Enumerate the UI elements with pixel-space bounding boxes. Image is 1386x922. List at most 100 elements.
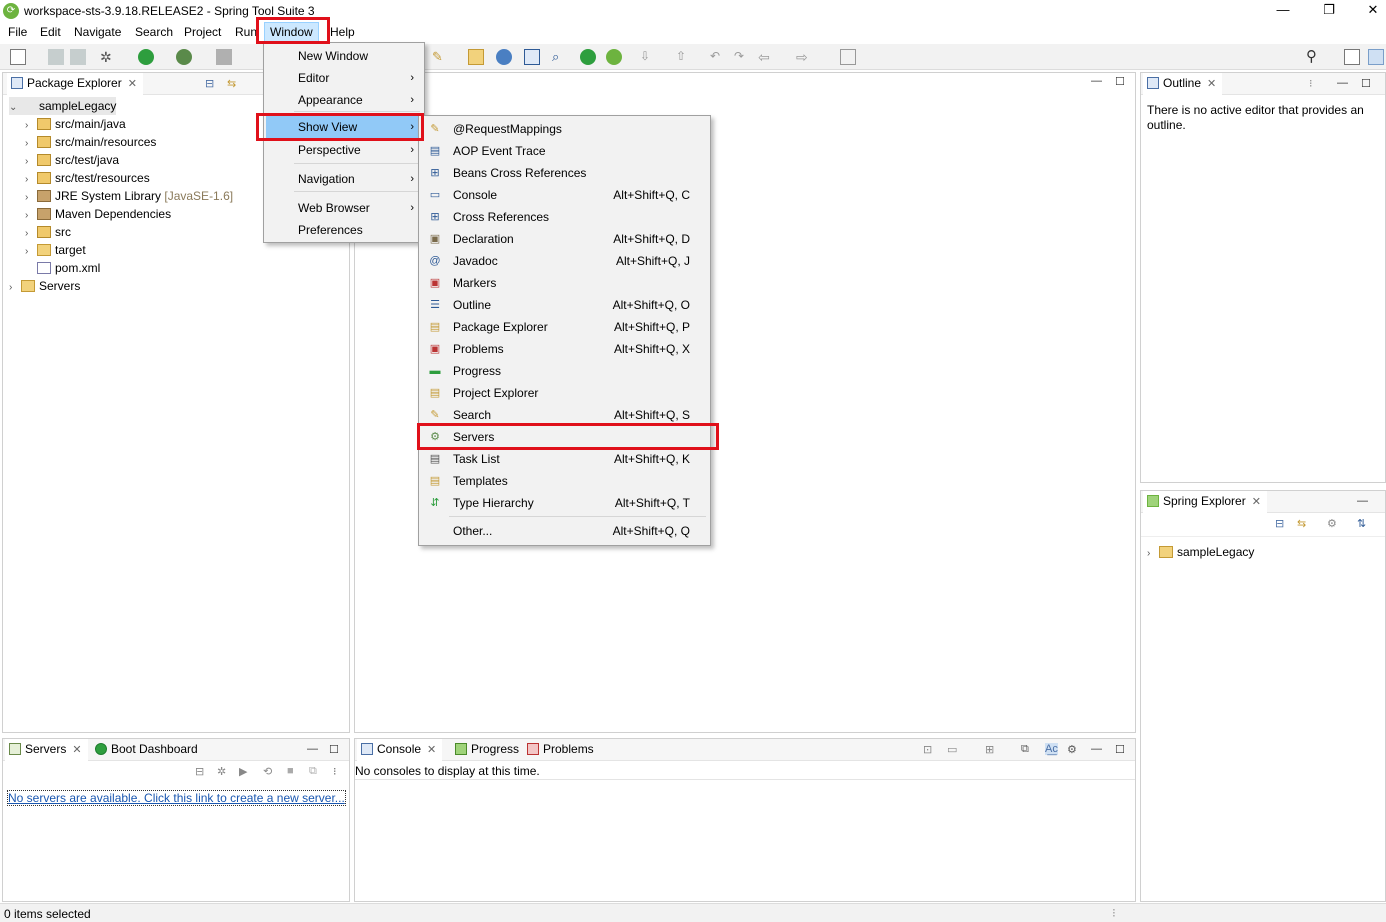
sort-icon[interactable]: ⇅: [1357, 517, 1366, 530]
show-view-item-markers[interactable]: ▣ Markers: [421, 272, 708, 294]
menu-item-perspective[interactable]: Perspective ›: [266, 139, 422, 161]
tree-item[interactable]: › src: [25, 223, 71, 241]
display-console-icon[interactable]: ▭: [947, 743, 957, 756]
globe-icon[interactable]: [496, 49, 512, 65]
maximize-icon[interactable]: ☐: [1115, 743, 1125, 756]
close-button[interactable]: ✕: [1350, 0, 1386, 22]
menu-item-preferences[interactable]: Preferences: [266, 219, 422, 241]
chevron-right-icon[interactable]: ›: [9, 279, 21, 297]
next-annotation-icon[interactable]: ⇩: [640, 49, 656, 65]
menu-navigate[interactable]: Navigate: [74, 25, 121, 39]
tab-boot-dashboard[interactable]: Boot Dashboard: [91, 739, 204, 761]
maximize-icon[interactable]: ☐: [1115, 75, 1125, 88]
close-icon[interactable]: ✕: [128, 78, 137, 90]
filter-icon[interactable]: ⚙: [1327, 517, 1337, 530]
menu-item-navigation[interactable]: Navigation ›: [266, 168, 422, 190]
close-icon[interactable]: ✕: [427, 744, 436, 756]
menu-window[interactable]: Window: [264, 22, 319, 42]
show-view-item-javadoc[interactable]: @ Javadoc Alt+Shift+Q, J: [421, 250, 708, 272]
tab-progress[interactable]: Progress: [451, 739, 525, 761]
copy-icon[interactable]: ⧉: [1021, 743, 1029, 756]
tree-item[interactable]: › Maven Dependencies: [25, 205, 171, 223]
menu-run[interactable]: Run: [235, 25, 257, 39]
menu-help[interactable]: Help: [330, 25, 355, 39]
menu-item-appearance[interactable]: Appearance ›: [266, 89, 422, 111]
profile-server-icon[interactable]: ⟲: [263, 765, 272, 778]
debug-icon[interactable]: ✲: [100, 49, 116, 65]
show-view-item-task-list[interactable]: ▤ Task List Alt+Shift+Q, K: [421, 448, 708, 470]
last-edit-icon[interactable]: ↶: [710, 49, 726, 65]
quick-access-search-icon[interactable]: ⚲: [1306, 49, 1322, 65]
show-view-item-type-hierarchy[interactable]: ⇵ Type Hierarchy Alt+Shift+Q, T: [421, 492, 708, 514]
menu-file[interactable]: File: [8, 25, 27, 39]
menu-edit[interactable]: Edit: [40, 25, 61, 39]
chevron-right-icon[interactable]: ›: [1147, 545, 1159, 563]
tree-item[interactable]: › src/main/resources: [25, 133, 156, 151]
show-view-item-requestmappings[interactable]: ✎ @RequestMappings: [421, 118, 708, 140]
tree-item[interactable]: › src/test/java: [25, 151, 119, 169]
settings-gear-icon[interactable]: ⚙: [1067, 743, 1077, 756]
minimize-icon[interactable]: —: [1337, 77, 1348, 89]
minimize-icon[interactable]: —: [1357, 495, 1368, 507]
create-server-link[interactable]: No servers are available. Click this lin…: [7, 790, 346, 806]
back-icon[interactable]: ⇦: [758, 49, 774, 65]
tree-item[interactable]: › Servers: [9, 277, 80, 295]
tree-item[interactable]: › sampleLegacy: [1147, 543, 1254, 561]
maximize-icon[interactable]: ☐: [329, 743, 339, 756]
show-view-item-progress[interactable]: ▬ Progress: [421, 360, 708, 382]
view-menu-icon[interactable]: ⁝: [333, 765, 337, 778]
show-view-item-aop-event-trace[interactable]: ▤ AOP Event Trace: [421, 140, 708, 162]
perspective-spring-icon[interactable]: [1368, 49, 1384, 65]
menu-item-show-view[interactable]: Show View ›: [266, 116, 422, 138]
search-toolbar-icon[interactable]: ⌕: [552, 49, 568, 65]
boot-start-icon[interactable]: [580, 49, 596, 65]
show-view-item-problems[interactable]: ▣ Problems Alt+Shift+Q, X: [421, 338, 708, 360]
open-type-icon[interactable]: ✎: [432, 49, 448, 65]
menu-item-editor[interactable]: Editor ›: [266, 67, 422, 89]
start-server-icon[interactable]: ▶: [239, 765, 247, 778]
pin-console-icon[interactable]: ⊡: [923, 743, 932, 756]
show-view-item-project-explorer[interactable]: ▤ Project Explorer: [421, 382, 708, 404]
close-icon[interactable]: ✕: [1252, 496, 1261, 508]
collapse-icon[interactable]: ⊟: [195, 765, 204, 778]
tab-servers[interactable]: Servers ✕: [5, 739, 88, 761]
open-perspective-icon[interactable]: [1344, 49, 1360, 65]
forward-edit-icon[interactable]: ↷: [734, 49, 750, 65]
minimize-icon[interactable]: —: [1091, 743, 1102, 755]
save-icon[interactable]: [48, 49, 64, 65]
stop-icon[interactable]: [216, 49, 232, 65]
debug-server-icon[interactable]: ✲: [217, 765, 226, 778]
menu-search[interactable]: Search: [135, 25, 173, 39]
tab-outline[interactable]: Outline ✕: [1143, 73, 1223, 95]
show-view-item-search[interactable]: ✎ Search Alt+Shift+Q, S: [421, 404, 708, 426]
tree-item[interactable]: pom.xml: [25, 259, 100, 277]
menu-project[interactable]: Project: [184, 25, 221, 39]
close-icon[interactable]: ✕: [72, 744, 81, 756]
tree-item[interactable]: › target: [25, 241, 86, 259]
tab-package-explorer[interactable]: Package Explorer ✕: [7, 73, 143, 95]
minimize-button[interactable]: —: [1260, 0, 1306, 22]
show-view-item-other[interactable]: Other... Alt+Shift+Q, Q: [421, 520, 708, 542]
publish-icon[interactable]: ⧉: [309, 765, 317, 778]
show-view-item-outline[interactable]: ☰ Outline Alt+Shift+Q, O: [421, 294, 708, 316]
tree-item[interactable]: › src/main/java: [25, 115, 126, 133]
link-with-editor-icon[interactable]: ⇆: [227, 77, 236, 90]
menu-item-web-browser[interactable]: Web Browser ›: [266, 197, 422, 219]
save-all-icon[interactable]: [70, 49, 86, 65]
menu-item-new-window[interactable]: New Window: [266, 45, 422, 67]
tree-item[interactable]: › JRE System Library [JavaSE-1.6]: [25, 187, 233, 205]
show-view-item-package-explorer[interactable]: ▤ Package Explorer Alt+Shift+Q, P: [421, 316, 708, 338]
spring-icon[interactable]: [606, 49, 622, 65]
tab-problems[interactable]: Problems: [523, 739, 600, 761]
show-view-item-servers[interactable]: ⚙ Servers: [421, 426, 708, 448]
show-view-item-beans-cross-references[interactable]: ⊞ Beans Cross References: [421, 162, 708, 184]
forward-icon[interactable]: ⇨: [796, 49, 812, 65]
link-with-editor-icon[interactable]: ⇆: [1297, 517, 1306, 530]
pin-editor-icon[interactable]: [840, 49, 856, 65]
external-tools-icon[interactable]: [176, 49, 192, 65]
prev-annotation-icon[interactable]: ⇧: [676, 49, 692, 65]
tab-console[interactable]: Console ✕: [357, 739, 443, 761]
new-icon[interactable]: [10, 49, 26, 65]
collapse-all-icon[interactable]: ⊟: [1275, 517, 1284, 530]
word-wrap-icon[interactable]: A͟c: [1045, 743, 1058, 755]
